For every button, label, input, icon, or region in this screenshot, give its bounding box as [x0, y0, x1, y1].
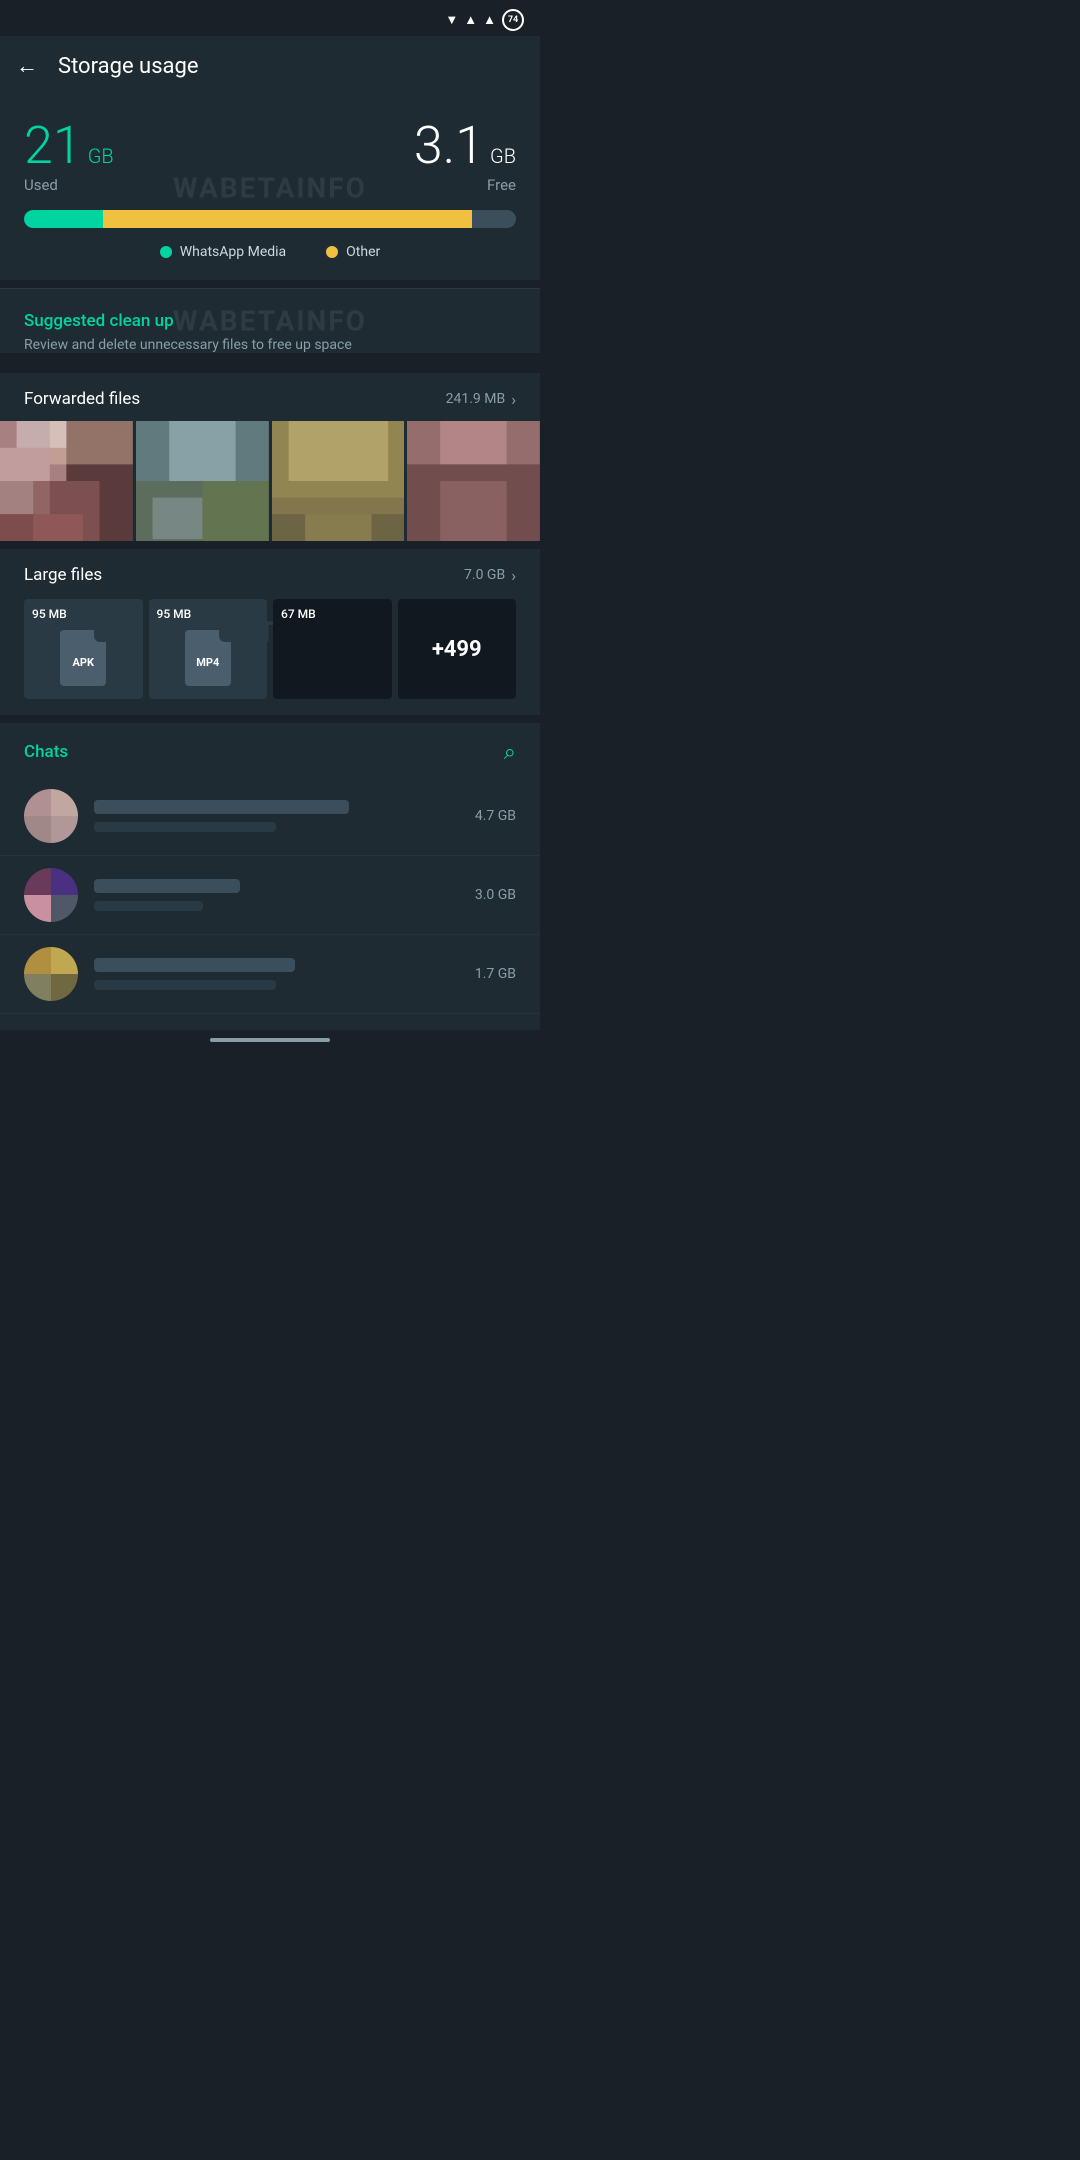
forwarded-image-2[interactable]	[136, 421, 269, 541]
67mb-size: 67 MB	[281, 607, 316, 621]
storage-free: 3.1 GB Free	[414, 120, 516, 194]
storage-used: 21 GB Used	[24, 120, 114, 194]
chat-avatar-1	[24, 789, 78, 843]
page-title: Storage usage	[58, 54, 199, 79]
chats-section: Chats ⌕ 4.7 GB	[0, 723, 540, 1030]
signal-icon-2: ▲	[483, 12, 496, 28]
storage-legend: WhatsApp Media Other	[24, 244, 516, 260]
chat-avatar-3	[24, 947, 78, 1001]
storage-bar-free	[472, 210, 516, 228]
search-button[interactable]: ⌕	[504, 739, 516, 765]
status-bar: ▼ ▲ ▲ 74	[0, 0, 540, 36]
storage-stats-section: WABETAINFO 21 GB Used 3.1 GB Free	[0, 96, 540, 280]
large-files-chevron-icon: ›	[511, 566, 516, 585]
apk-icon-container: APK	[32, 625, 135, 691]
large-files-size: 7.0 GB ›	[464, 566, 516, 585]
forwarded-files-header[interactable]: Forwarded files 241.9 MB ›	[0, 373, 540, 421]
home-indicator	[210, 1038, 330, 1042]
chat-sub-bar-1	[94, 822, 276, 832]
chat-info-2	[94, 879, 459, 911]
chat-size-3: 1.7 GB	[475, 966, 516, 982]
suggested-cleanup-section: WABETAINFO Suggested clean up Review and…	[0, 289, 540, 353]
chat-item-3[interactable]: 1.7 GB	[0, 935, 540, 1014]
file-thumbnails-grid: 95 MB APK 95 MB MP4 67 MB	[24, 599, 516, 699]
storage-bar-used	[24, 210, 103, 228]
apk-size: 95 MB	[32, 607, 67, 621]
chat-avatar-2	[24, 868, 78, 922]
chat-name-bar-1	[94, 800, 349, 814]
chat-info-1	[94, 800, 459, 832]
legend-dot-teal	[160, 246, 172, 258]
chevron-right-icon: ›	[511, 390, 516, 409]
chats-title: Chats	[24, 742, 68, 762]
chat-size-2: 3.0 GB	[475, 887, 516, 903]
storage-numbers: 21 GB Used 3.1 GB Free	[24, 120, 516, 194]
mp4-size: 95 MB	[157, 607, 192, 621]
free-label: Free	[487, 176, 516, 194]
chat-sub-bar-3	[94, 980, 276, 990]
storage-bar-other	[103, 210, 472, 228]
file-thumb-apk[interactable]: 95 MB APK	[24, 599, 143, 699]
chat-size-1: 4.7 GB	[475, 808, 516, 824]
main-content: WABETAINFO 21 GB Used 3.1 GB Free	[0, 96, 540, 1030]
file-thumb-more[interactable]: +499	[398, 599, 517, 699]
storage-bar	[24, 210, 516, 228]
forwarded-image-3[interactable]	[272, 421, 405, 541]
suggested-title: Suggested clean up	[24, 311, 516, 331]
chat-name-bar-3	[94, 958, 295, 972]
chat-info-3	[94, 958, 459, 990]
forwarded-files-size: 241.9 MB ›	[446, 390, 516, 409]
chat-item-1[interactable]: 4.7 GB	[0, 777, 540, 856]
chat-sub-bar-2	[94, 901, 203, 911]
file-thumb-mp4[interactable]: 95 MB MP4	[149, 599, 268, 699]
file-thumb-67mb[interactable]: 67 MB	[273, 599, 392, 699]
battery-indicator: 74	[502, 9, 524, 31]
legend-label-other: Other	[346, 244, 380, 260]
more-count-container: +499	[406, 607, 509, 691]
large-files-header[interactable]: Large files 7.0 GB ›	[24, 565, 516, 585]
large-files-title: Large files	[24, 565, 102, 585]
forwarded-image-4[interactable]	[407, 421, 540, 541]
legend-label-whatsapp: WhatsApp Media	[180, 244, 286, 260]
used-number: 21	[24, 120, 82, 172]
chat-item-2[interactable]: 3.0 GB	[0, 856, 540, 935]
used-unit: GB	[88, 144, 114, 168]
free-unit: GB	[490, 144, 516, 168]
back-button[interactable]: ←	[16, 53, 38, 79]
legend-other: Other	[326, 244, 380, 260]
mp4-icon-container: MP4	[157, 625, 260, 691]
toolbar: ← Storage usage	[0, 36, 540, 96]
67mb-icon-container	[281, 625, 384, 691]
forwarded-files-section: Forwarded files 241.9 MB ›	[0, 373, 540, 541]
free-number: 3.1	[414, 120, 484, 172]
legend-dot-yellow	[326, 246, 338, 258]
more-count-label: +499	[432, 637, 482, 662]
mp4-doc-icon: MP4	[185, 630, 231, 686]
used-label: Used	[24, 176, 114, 194]
signal-icon: ▲	[464, 12, 477, 28]
legend-whatsapp-media: WhatsApp Media	[160, 244, 286, 260]
forwarded-files-title: Forwarded files	[24, 389, 140, 409]
apk-doc-icon: APK	[60, 630, 106, 686]
wifi-icon: ▼	[445, 12, 458, 28]
forwarded-image-1[interactable]	[0, 421, 133, 541]
chats-header: Chats ⌕	[0, 739, 540, 777]
chat-name-bar-2	[94, 879, 240, 893]
large-files-section: WABETAINFO Large files 7.0 GB › 95 MB AP…	[0, 549, 540, 715]
suggested-desc: Review and delete unnecessary files to f…	[24, 337, 516, 353]
forwarded-images-grid[interactable]	[0, 421, 540, 541]
mp4-type-label: MP4	[196, 656, 219, 669]
apk-type-label: APK	[73, 656, 94, 669]
